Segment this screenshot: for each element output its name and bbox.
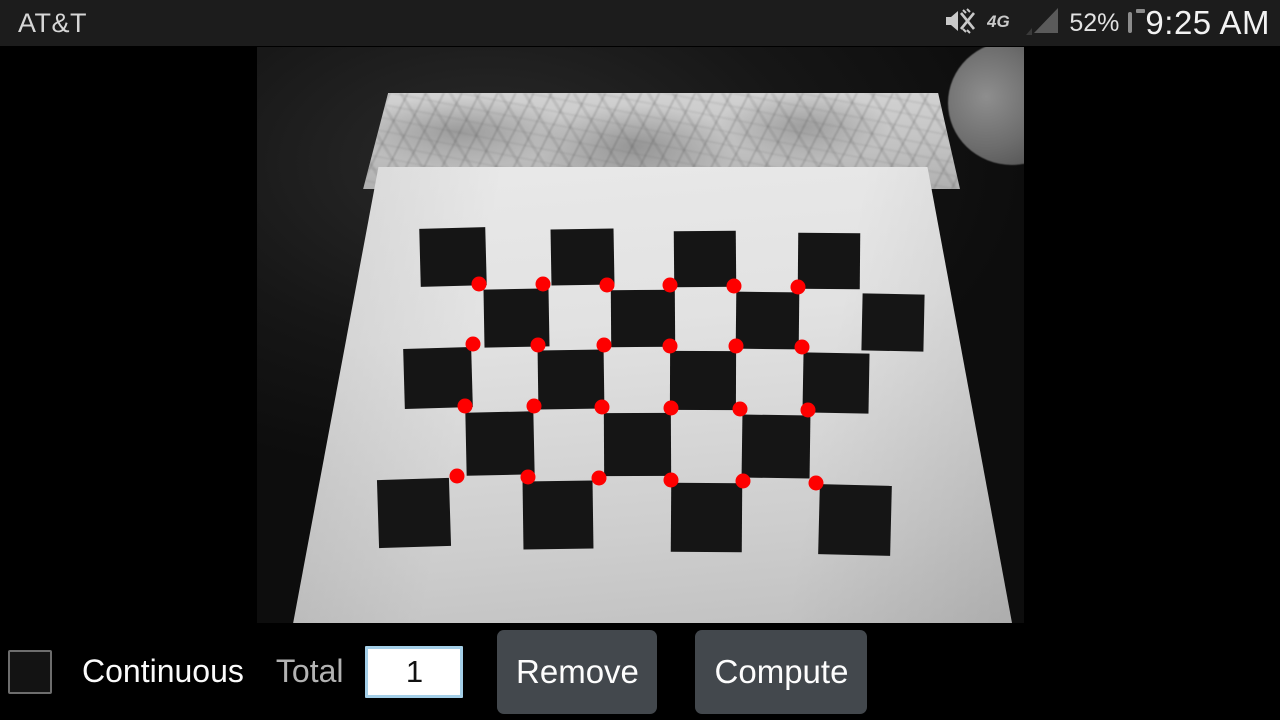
chessboard-square (861, 293, 925, 352)
corner-dot (457, 398, 473, 414)
total-label: Total (275, 653, 344, 689)
network-4g-icon: 4G (986, 10, 1017, 37)
corner-dot (594, 399, 610, 415)
chessboard-square (465, 411, 535, 476)
corner-dot (599, 277, 615, 293)
status-bar-icons: 4G 52% 9:25 AM (944, 4, 1270, 42)
chessboard-square (797, 232, 861, 290)
corner-dot (662, 277, 678, 293)
corner-dot (530, 337, 546, 353)
mute-icon (944, 7, 978, 39)
corner-dot (728, 338, 744, 354)
control-bar: Continuous Total 1 Remove Compute (0, 623, 1280, 720)
corner-dot (735, 473, 751, 489)
corner-dot (800, 402, 816, 418)
corner-dot (663, 472, 679, 488)
compute-button[interactable]: Compute (695, 629, 868, 714)
status-bar: AT&T 4G 52% 9:25 AM (0, 0, 1280, 47)
remove-button[interactable]: Remove (497, 629, 658, 714)
corner-dot (471, 276, 487, 292)
corner-dot (526, 398, 542, 414)
corner-dot (790, 279, 806, 295)
continuous-checkbox[interactable] (8, 649, 52, 694)
corner-dot (520, 469, 536, 485)
corner-dot (449, 468, 465, 484)
chessboard-square (670, 482, 743, 553)
clock-label: 9:25 AM (1145, 4, 1270, 41)
calibration-paper-shading (293, 167, 1012, 623)
corner-dot (596, 337, 612, 353)
corner-dot (662, 338, 678, 354)
carrier-label: AT&T (18, 7, 87, 38)
chessboard-square (669, 350, 737, 411)
chessboard-square (818, 484, 892, 556)
corner-dot (732, 401, 748, 417)
chessboard-square (537, 349, 605, 410)
battery-icon (1128, 12, 1133, 33)
total-input[interactable]: 1 (365, 645, 464, 698)
battery-percent-label: 52% (1069, 8, 1120, 37)
corner-dot (726, 278, 742, 294)
corner-dot (663, 400, 679, 416)
signal-bars-icon (1026, 6, 1060, 41)
chessboard-square (522, 480, 594, 550)
svg-text:4G: 4G (987, 12, 1010, 31)
camera-preview[interactable] (257, 47, 1024, 623)
continuous-label: Continuous (82, 653, 244, 689)
corner-dot (808, 475, 824, 491)
chessboard-square (735, 291, 800, 350)
app-root: AT&T 4G 52% 9:25 AM Continuous Total 1 R… (0, 0, 1280, 720)
chessboard-square (741, 414, 811, 479)
corner-dot (591, 470, 607, 486)
corner-dot (465, 336, 481, 352)
corner-dot (535, 276, 551, 292)
corner-dot (794, 339, 810, 355)
chessboard-square (603, 412, 672, 477)
chessboard-square (376, 477, 452, 549)
chessboard-square (673, 230, 737, 288)
